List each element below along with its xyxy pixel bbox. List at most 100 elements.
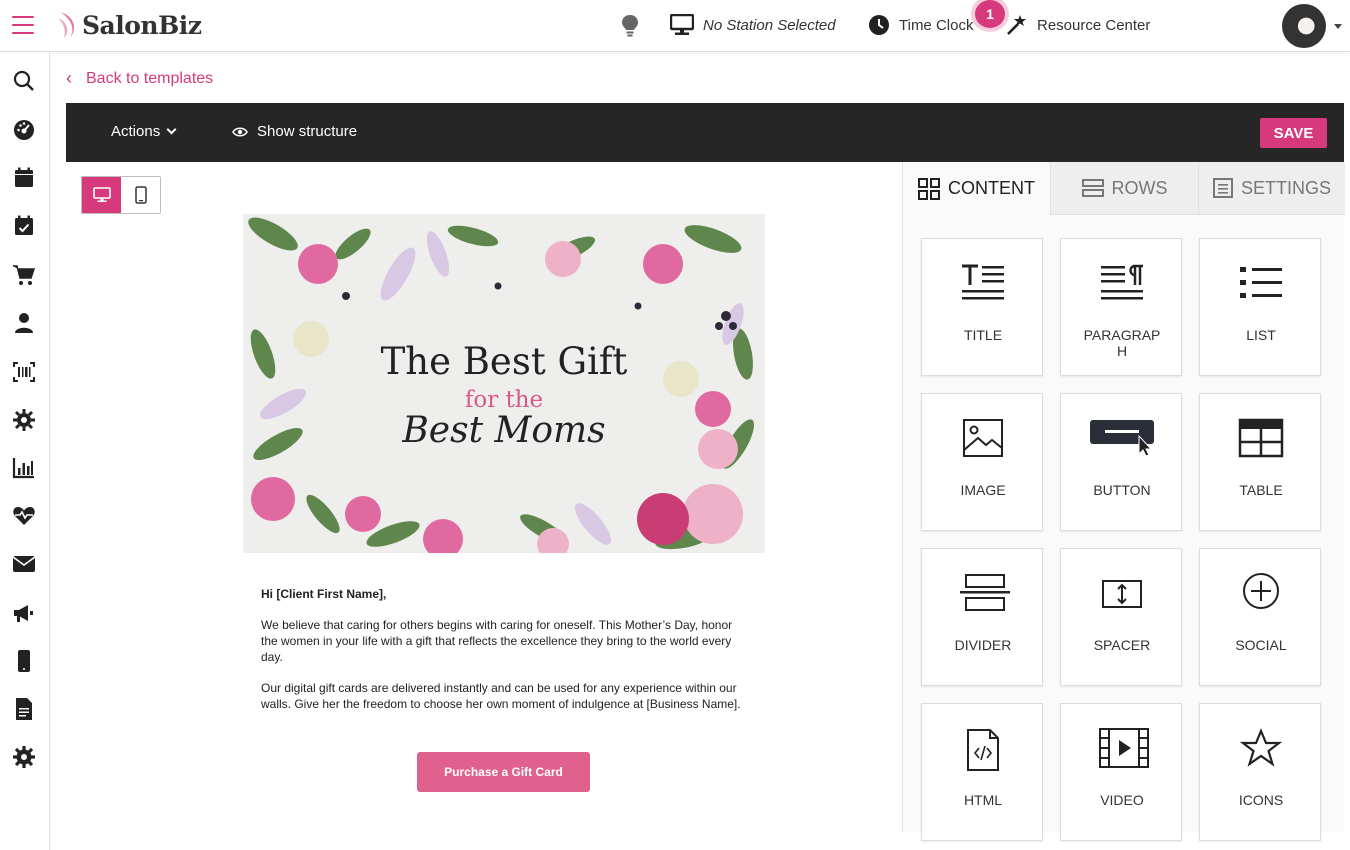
mobile-icon xyxy=(134,186,147,204)
tile-spacer-label: SPACER xyxy=(1093,637,1151,653)
table-icon xyxy=(1238,418,1284,458)
tile-video-label: VIDEO xyxy=(1100,792,1144,808)
sidebar xyxy=(0,52,50,850)
mail-icon[interactable] xyxy=(12,552,36,576)
plus-circle-icon xyxy=(1243,573,1279,609)
tab-settings-label: SETTINGS xyxy=(1240,177,1331,198)
star-icon xyxy=(1239,728,1283,767)
film-video-icon xyxy=(1099,728,1149,768)
megaphone-icon[interactable] xyxy=(12,601,36,625)
station-selector[interactable]: No Station Selected xyxy=(670,14,836,36)
search-icon[interactable] xyxy=(12,69,36,93)
document-icon[interactable] xyxy=(12,697,36,721)
tile-divider[interactable]: DIVIDER xyxy=(921,548,1043,686)
magic-wand-icon xyxy=(1007,15,1026,35)
settings-gear-badge-icon[interactable] xyxy=(12,408,36,432)
tile-icons-label: ICONS xyxy=(1238,792,1284,808)
tab-settings[interactable]: SETTINGS xyxy=(1198,162,1345,215)
chevron-left-icon: ‹ xyxy=(66,68,72,88)
tile-html-label: HTML xyxy=(963,792,1003,808)
show-structure-label: Show structure xyxy=(257,123,358,140)
hamburger-menu-icon[interactable] xyxy=(12,16,34,36)
back-to-templates-link[interactable]: ‹ Back to templates xyxy=(66,68,213,89)
chevron-down-icon xyxy=(166,124,177,135)
tile-divider-label: DIVIDER xyxy=(954,637,1012,653)
calendar-check-icon[interactable] xyxy=(12,214,36,238)
tile-social[interactable]: SOCIAL xyxy=(1199,548,1321,686)
actions-dropdown[interactable]: Actions xyxy=(111,123,177,140)
list-icon xyxy=(1240,267,1282,298)
tile-title[interactable]: TITLE xyxy=(921,238,1043,376)
device-preview-toggle xyxy=(81,176,161,214)
panel-tabs: CONTENT ROWS SETTINGS xyxy=(903,162,1345,215)
save-button[interactable]: SAVE xyxy=(1260,118,1327,148)
station-label: No Station Selected xyxy=(703,16,836,34)
clock-icon xyxy=(869,15,889,35)
actions-label: Actions xyxy=(111,123,161,140)
back-label: Back to templates xyxy=(86,69,214,87)
email-paragraph-2: Our digital gift cards are delivered ins… xyxy=(261,681,741,711)
app-name: SalonBiz xyxy=(82,10,202,40)
image-icon xyxy=(963,419,1003,457)
tile-paragraph[interactable]: PARAGRAP H xyxy=(1060,238,1182,376)
paragraph-icon xyxy=(1101,264,1143,300)
calendar-icon[interactable] xyxy=(12,166,36,190)
tile-video[interactable]: VIDEO xyxy=(1060,703,1182,841)
lightbulb-icon[interactable] xyxy=(620,14,640,38)
tab-rows[interactable]: ROWS xyxy=(1050,162,1198,215)
tile-html[interactable]: HTML xyxy=(921,703,1043,841)
tile-list-label: LIST xyxy=(1246,327,1276,343)
tile-button[interactable]: BUTTON xyxy=(1060,393,1182,531)
notification-badge[interactable]: 1 xyxy=(975,0,1005,28)
user-icon[interactable] xyxy=(12,311,36,335)
content-panel: CONTENT ROWS SETTINGS TITLE PARAGRAP H L… xyxy=(902,162,1345,841)
email-paragraph-1: We believe that caring for others begins… xyxy=(261,618,733,664)
resource-center-label: Resource Center xyxy=(1037,16,1151,34)
floral-frame-illustration xyxy=(248,217,755,553)
top-bar: SalonBiz No Station Selected Time Clock … xyxy=(0,0,1350,52)
gear-icon[interactable] xyxy=(12,745,36,769)
mobile-phone-icon[interactable] xyxy=(12,649,36,673)
tile-spacer[interactable]: SPACER xyxy=(1060,548,1182,686)
reports-chart-icon[interactable] xyxy=(12,456,36,480)
cart-icon[interactable] xyxy=(12,263,36,287)
hero-title-line3: Best Moms xyxy=(402,410,606,451)
barcode-icon[interactable] xyxy=(12,360,36,384)
desktop-view-button[interactable] xyxy=(82,177,121,213)
html-file-icon xyxy=(967,729,999,771)
button-block-icon xyxy=(1090,420,1154,457)
tile-image-label: IMAGE xyxy=(960,482,1006,498)
tab-content[interactable]: CONTENT xyxy=(903,162,1050,215)
tile-icons[interactable]: ICONS xyxy=(1199,703,1321,841)
time-clock-label: Time Clock xyxy=(899,16,974,34)
time-clock-button[interactable]: Time Clock xyxy=(868,14,973,36)
purchase-gift-card-button[interactable]: Purchase a Gift Card xyxy=(417,752,590,792)
spacer-icon xyxy=(1102,580,1142,608)
mobile-view-button[interactable] xyxy=(121,177,160,213)
tab-content-label: CONTENT xyxy=(948,178,1035,198)
heart-pulse-icon[interactable] xyxy=(12,504,36,528)
monitor-icon xyxy=(670,14,694,35)
resource-center-button[interactable]: Resource Center xyxy=(1006,14,1150,36)
user-avatar[interactable] xyxy=(1282,4,1326,48)
tile-table[interactable]: TABLE xyxy=(1199,393,1321,531)
tile-list[interactable]: LIST xyxy=(1199,238,1321,376)
divider-icon xyxy=(960,574,1010,611)
email-text-block[interactable]: Hi [Client First Name], We believe that … xyxy=(261,586,751,727)
email-greeting: Hi [Client First Name], xyxy=(261,587,387,601)
settings-doc-icon xyxy=(1212,178,1233,198)
avatar-dropdown-icon[interactable] xyxy=(1334,24,1342,29)
tile-image[interactable]: IMAGE xyxy=(921,393,1043,531)
desktop-icon xyxy=(92,187,111,202)
rows-icon xyxy=(1081,179,1104,197)
show-structure-toggle[interactable]: Show structure xyxy=(232,123,357,140)
tab-rows-label: ROWS xyxy=(1111,177,1168,198)
logo-petal-icon xyxy=(58,12,75,38)
grid-icon xyxy=(918,177,940,200)
hero-image[interactable]: The Best Gift for the Best Moms xyxy=(243,214,765,553)
salonbiz-logo[interactable]: SalonBiz xyxy=(56,10,202,40)
tile-table-label: TABLE xyxy=(1239,482,1283,498)
editor-toolbar: Actions Show structure SAVE xyxy=(66,103,1344,162)
dashboard-icon[interactable] xyxy=(12,118,36,142)
hero-title-line1: The Best Gift xyxy=(380,340,628,383)
